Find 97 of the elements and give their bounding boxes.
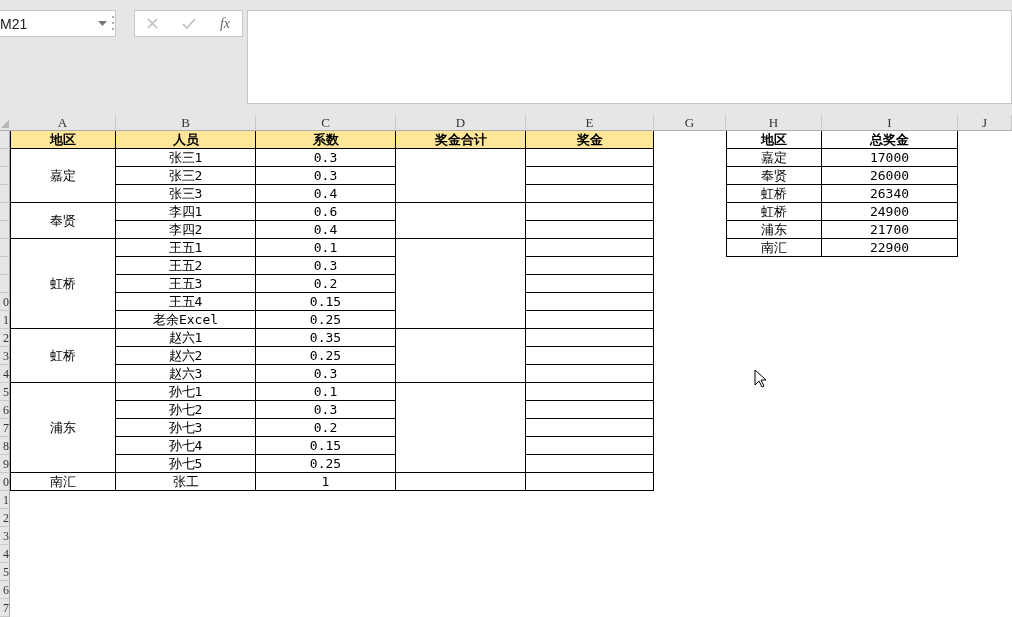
person-cell: 孙七5: [116, 455, 256, 473]
coefficient-cell: 0.25: [256, 311, 396, 329]
coefficient-cell: 0.25: [256, 347, 396, 365]
column-heading: 地区: [726, 131, 822, 149]
region-cell: 虹桥: [726, 203, 822, 221]
region-cell: 浦东: [726, 221, 822, 239]
coefficient-cell: 0.25: [256, 455, 396, 473]
region-cell: 奉贤: [10, 203, 116, 239]
insert-function-button[interactable]: fx: [219, 15, 230, 32]
mouse-pointer-icon: [754, 369, 767, 388]
total-cell: 26000: [822, 167, 958, 185]
row-number[interactable]: 1: [0, 491, 10, 509]
region-cell: 南汇: [10, 473, 116, 491]
column-heading: 地区: [10, 131, 116, 149]
close-icon[interactable]: [146, 18, 158, 29]
person-cell: 王五1: [116, 239, 256, 257]
coefficient-cell: 0.2: [256, 419, 396, 437]
person-cell: 张三2: [116, 167, 256, 185]
column-heading: 奖金: [526, 131, 654, 149]
column-header[interactable]: I: [822, 115, 958, 131]
row-number[interactable]: 2: [0, 509, 10, 527]
person-cell: 张工: [116, 473, 256, 491]
person-cell: 王五4: [116, 293, 256, 311]
region-cell: 嘉定: [10, 149, 116, 203]
region-cell: 虹桥: [10, 329, 116, 383]
column-heading: 人员: [116, 131, 256, 149]
name-box[interactable]: M21: [0, 10, 116, 37]
region-cell: 奉贤: [726, 167, 822, 185]
row-header[interactable]: [0, 131, 10, 149]
person-cell: 李四1: [116, 203, 256, 221]
region-cell: 浦东: [10, 383, 116, 473]
person-cell: 王五3: [116, 275, 256, 293]
person-cell: 孙七2: [116, 401, 256, 419]
coefficient-cell: 0.4: [256, 221, 396, 239]
coefficient-cell: 0.1: [256, 383, 396, 401]
row-header[interactable]: [0, 257, 10, 275]
coefficient-cell: 1: [256, 473, 396, 491]
column-header[interactable]: H: [726, 115, 822, 131]
coefficient-cell: 0.2: [256, 275, 396, 293]
column-heading: 奖金合计: [396, 131, 526, 149]
column-header[interactable]: B: [116, 115, 256, 131]
column-header[interactable]: E: [526, 115, 654, 131]
column-header[interactable]: D: [396, 115, 526, 131]
total-cell: 17000: [822, 149, 958, 167]
row-header[interactable]: [0, 185, 10, 203]
person-cell: 张三3: [116, 185, 256, 203]
column-header[interactable]: A: [10, 115, 116, 131]
total-cell: 24900: [822, 203, 958, 221]
column-header[interactable]: G: [654, 115, 726, 131]
total-cell: 21700: [822, 221, 958, 239]
coefficient-cell: 0.35: [256, 329, 396, 347]
row-number[interactable]: 7: [0, 599, 10, 617]
coefficient-cell: 0.3: [256, 401, 396, 419]
row-header[interactable]: [0, 203, 10, 221]
person-cell: 王五2: [116, 257, 256, 275]
row-number[interactable]: 5: [0, 563, 10, 581]
person-cell: 张三1: [116, 149, 256, 167]
column-header[interactable]: J: [958, 115, 1012, 131]
dropdown-caret-icon[interactable]: [98, 21, 107, 26]
region-cell: 虹桥: [10, 239, 116, 329]
coefficient-cell: 0.15: [256, 293, 396, 311]
person-cell: 老余Excel: [116, 311, 256, 329]
row-header[interactable]: [0, 167, 10, 185]
coefficient-cell: 0.3: [256, 365, 396, 383]
row-header[interactable]: [0, 149, 10, 167]
coefficient-cell: 0.3: [256, 257, 396, 275]
select-all-icon[interactable]: [1, 120, 9, 128]
check-icon[interactable]: [181, 18, 196, 29]
row-header[interactable]: [0, 275, 10, 293]
region-cell: 南汇: [726, 239, 822, 257]
region-cell: 虹桥: [726, 185, 822, 203]
coefficient-cell: 0.15: [256, 437, 396, 455]
person-cell: 李四2: [116, 221, 256, 239]
region-cell: 嘉定: [726, 149, 822, 167]
coefficient-cell: 0.4: [256, 185, 396, 203]
person-cell: 赵六3: [116, 365, 256, 383]
coefficient-cell: 0.1: [256, 239, 396, 257]
total-cell: 22900: [822, 239, 958, 257]
coefficient-cell: 0.3: [256, 149, 396, 167]
row-number[interactable]: 3: [0, 527, 10, 545]
total-cell: 26340: [822, 185, 958, 203]
person-cell: 赵六2: [116, 347, 256, 365]
person-cell: 孙七4: [116, 437, 256, 455]
coefficient-cell: 0.3: [256, 167, 396, 185]
column-heading: 总奖金: [822, 131, 958, 149]
row-header[interactable]: [0, 221, 10, 239]
drag-handle-icon[interactable]: [112, 16, 115, 30]
column-header[interactable]: C: [256, 115, 396, 131]
person-cell: 孙七3: [116, 419, 256, 437]
person-cell: 赵六1: [116, 329, 256, 347]
coefficient-cell: 0.6: [256, 203, 396, 221]
row-number[interactable]: 6: [0, 581, 10, 599]
row-header[interactable]: [0, 239, 10, 257]
person-cell: 孙七1: [116, 383, 256, 401]
formula-bar[interactable]: [247, 10, 1012, 104]
column-heading: 系数: [256, 131, 396, 149]
row-number[interactable]: 4: [0, 545, 10, 563]
